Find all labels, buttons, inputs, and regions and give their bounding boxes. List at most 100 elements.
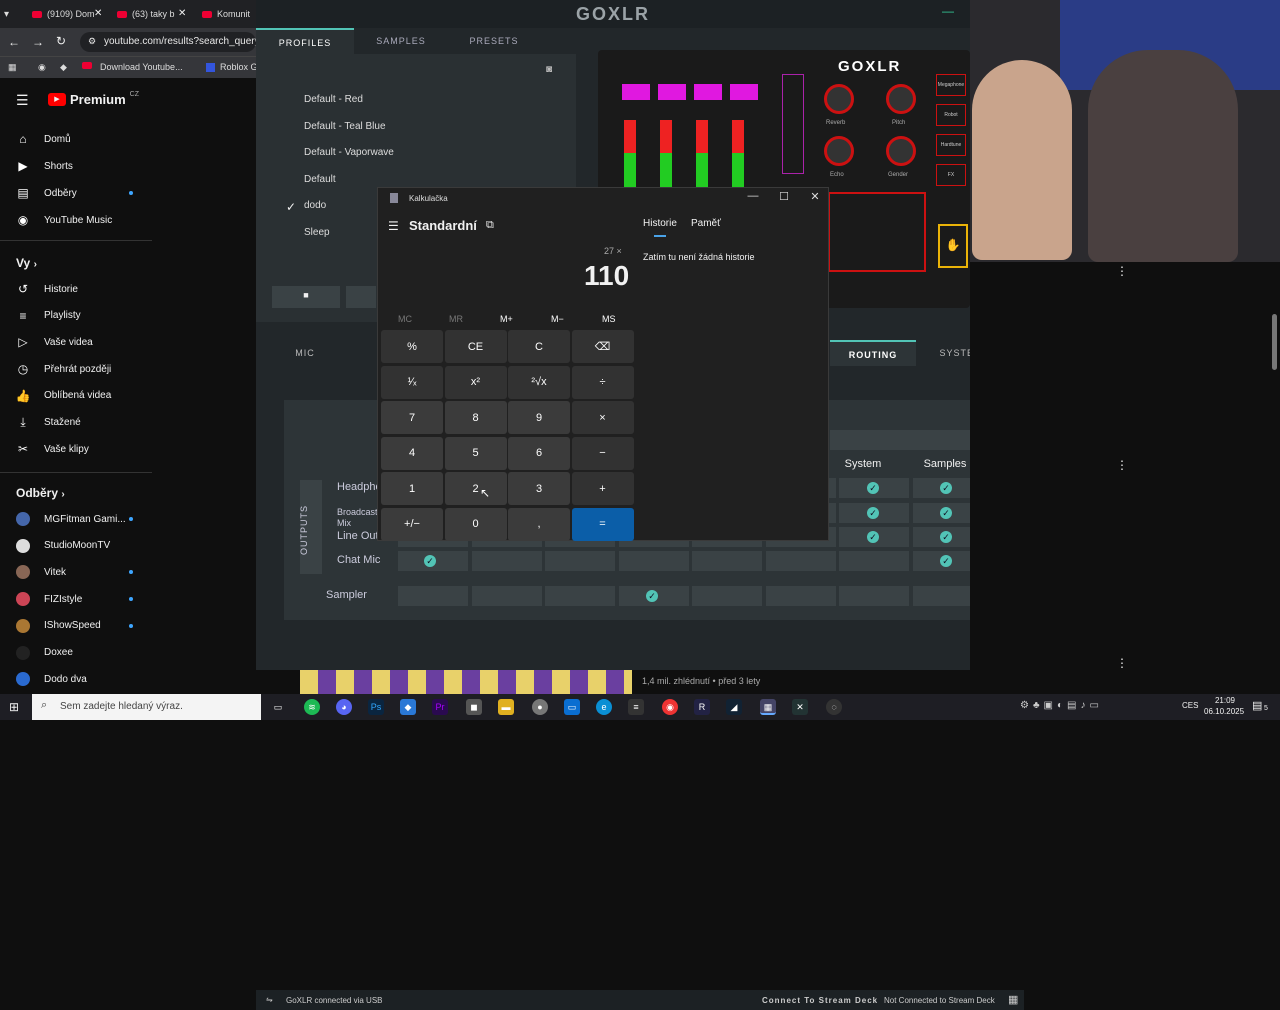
menu-icon[interactable]: ☰ [388,219,399,233]
route-enabled-check-icon[interactable]: ✓ [867,531,879,543]
profile-item[interactable]: Sleep [304,227,330,238]
sidebar-item[interactable]: ✂ Vaše klipy [16,442,141,456]
chrome-icon[interactable]: ◉ [662,699,678,715]
calc-key[interactable]: , [508,507,570,541]
task-view-icon[interactable]: ▭ [270,699,286,715]
site-info-icon[interactable]: ⚙ [88,36,96,47]
route-enabled-check-icon[interactable]: ✓ [940,555,952,567]
youtube-logo[interactable]: ▶ Premium CZ [48,91,139,107]
route-enabled-check-icon[interactable]: ✓ [424,555,436,567]
sidebar-item[interactable]: ↺ Historie [16,282,141,296]
route-cell[interactable] [471,586,542,606]
bookmark-icon[interactable]: ◉ [38,62,46,73]
video-thumbnail[interactable] [300,670,632,694]
calc-key[interactable]: ²√x [508,365,570,399]
tab-routing[interactable]: ROUTING [830,340,916,366]
route-enabled-check-icon[interactable]: ✓ [940,531,952,543]
explorer-icon[interactable]: ▬ [498,699,514,715]
sidebar-item[interactable]: Dodo dva [16,672,141,687]
route-cell[interactable] [618,551,689,571]
calc-key[interactable]: 3 [508,472,570,505]
calc-key[interactable]: 9 [508,401,570,434]
route-cell[interactable] [398,586,468,606]
calc-key[interactable]: C [508,330,570,363]
sidebar-item[interactable]: Doxee [16,645,141,660]
calc-key[interactable]: + [571,472,634,505]
more-icon[interactable]: ⋮ [1116,656,1128,670]
route-enabled-check-icon[interactable]: ✓ [940,507,952,519]
calc-key[interactable]: 0 [444,507,507,541]
memory-button[interactable]: MR [449,314,463,324]
sidebar-item[interactable]: ⌂ Domů [16,132,141,146]
calc-key[interactable]: 7 [381,401,443,434]
app-icon[interactable]: ≡ [628,699,644,715]
route-cell[interactable] [692,586,762,606]
calc-key[interactable]: CE [444,330,507,363]
notification-icon[interactable]: ▤ [1252,699,1262,712]
sidebar-item[interactable]: FIZIstyle [16,592,141,607]
edge-icon[interactable]: e [596,699,612,715]
calc-key[interactable]: × [571,401,634,434]
route-cell[interactable] [471,551,542,571]
tab-presets[interactable]: PRESETS [446,28,542,54]
camera-icon[interactable]: ◙ [546,64,552,75]
calc-key[interactable]: 6 [508,436,570,470]
menu-icon[interactable]: ☰ [16,92,29,109]
memory-button[interactable]: M− [551,314,564,324]
profile-item[interactable]: dodo [304,200,326,211]
sidebar-item[interactable]: StudioMoonTV [16,538,141,553]
bookmark-roblox[interactable]: Roblox Gr [206,62,261,72]
calc-key[interactable]: 1 [381,472,443,505]
tab-samples[interactable]: SAMPLES [356,28,446,54]
calc-key[interactable]: % [381,330,443,363]
profile-item[interactable]: Default - Red [304,94,363,105]
reload-icon[interactable]: ↻ [56,34,66,48]
calc-key[interactable]: ¹⁄ₓ [381,365,443,399]
profile-item[interactable]: Default - Teal Blue [304,121,386,132]
sidebar-item[interactable]: ▷ Vaše videa [16,335,141,349]
sidebar-item[interactable]: ◉ YouTube Music [16,213,141,227]
apps-icon[interactable]: ▦ [8,62,17,73]
browser-tab[interactable]: (63) taky b [117,4,177,24]
calc-key[interactable]: 4 [381,436,443,470]
profile-item[interactable]: Default [304,174,336,185]
close-button[interactable]: ✕ [800,190,830,208]
sidebar-item[interactable]: 👍 Oblíbená videa [16,389,141,403]
photoshop-icon[interactable]: Ps [368,699,384,715]
route-cell[interactable] [545,586,615,606]
calculator-taskbar-icon[interactable]: ▦ [760,699,776,715]
route-enabled-check-icon[interactable]: ✓ [867,482,879,494]
calc-key[interactable]: 2 [444,472,507,505]
new-profile-button[interactable] [346,286,376,308]
memory-button[interactable]: MC [398,314,412,324]
route-cell[interactable] [839,586,909,606]
sidebar-item[interactable]: ◷ Přehrát později [16,362,141,376]
store-icon[interactable]: ◼ [466,699,482,715]
tab-memory[interactable]: Paměť [691,218,721,229]
system-tray-icons[interactable]: ⚙♣▣◐▤♪▭ [1020,700,1103,711]
tab-history[interactable]: Historie [643,218,677,229]
memory-button[interactable]: MS [602,314,616,324]
sidebar-item[interactable]: Vitek [16,565,141,580]
close-icon[interactable]: ✕ [178,8,186,19]
calc-key[interactable]: − [571,436,634,470]
calc-key[interactable]: x² [444,365,507,399]
spotify-icon[interactable]: ≋ [304,699,320,715]
sidebar-item[interactable]: IShowSpeed [16,618,141,633]
subs-heading[interactable]: Odběry › [16,486,65,500]
minimize-button[interactable]: — [738,190,768,208]
maximize-button[interactable]: ☐ [769,190,799,208]
browser-tab[interactable]: Komunit [202,4,256,24]
grid-icon[interactable]: ▦ [1008,993,1018,1006]
connect-stream-deck-button[interactable]: Connect To Stream Deck [762,996,878,1005]
tab-profiles[interactable]: PROFILES [256,28,354,54]
calc-key[interactable]: 5 [444,436,507,470]
more-icon[interactable]: ⋮ [1116,458,1128,472]
tab-mic[interactable]: MIC [256,340,354,366]
bookmark-icon[interactable]: ◆ [60,62,67,73]
calc-key[interactable]: = [571,507,634,541]
close-icon[interactable]: ✕ [94,8,102,19]
forward-icon[interactable]: → [32,35,44,49]
calc-key[interactable]: +/− [381,507,443,541]
language-indicator[interactable]: CES [1182,701,1198,710]
